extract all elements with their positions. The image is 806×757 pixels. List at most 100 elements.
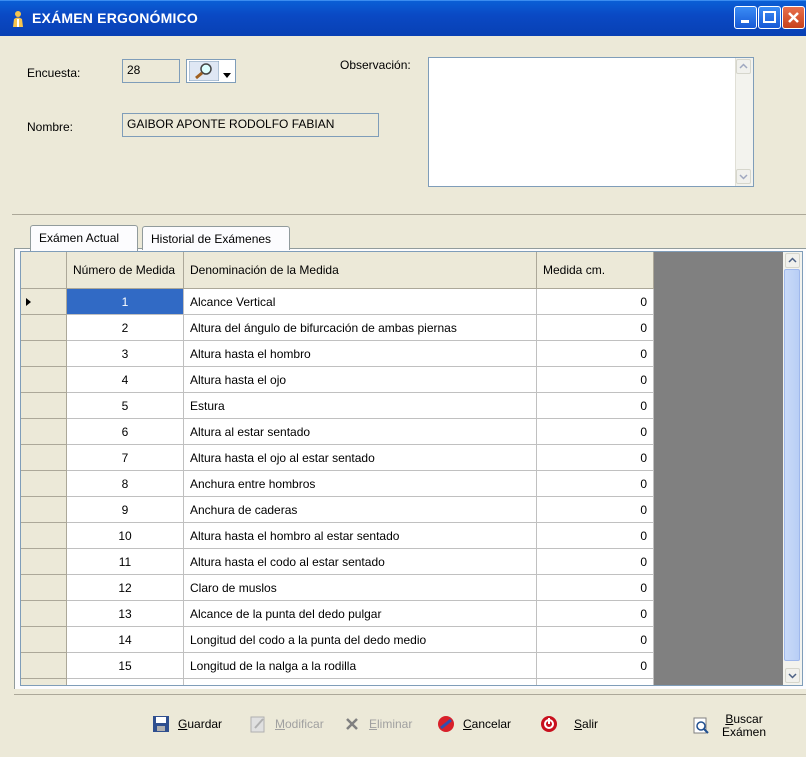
table-row[interactable]: 11 Altura hasta el codo al estar sentado 0 — [21, 549, 654, 575]
observacion-scrollbar[interactable] — [735, 58, 753, 186]
scroll-down-icon[interactable] — [736, 169, 751, 184]
row-selector[interactable] — [21, 601, 67, 627]
cell-numero[interactable]: 3 — [67, 341, 184, 367]
scroll-up-icon[interactable] — [736, 59, 751, 74]
cell-numero[interactable]: 12 — [67, 575, 184, 601]
cell-medida[interactable]: 0 — [537, 549, 654, 575]
cell-medida[interactable]: 0 — [537, 315, 654, 341]
lookup-dropdown-button[interactable] — [186, 59, 236, 83]
cell-denominacion[interactable]: Altura hasta el codo al estar sentado — [184, 549, 537, 575]
eliminar-button[interactable]: Eliminar — [343, 715, 412, 733]
close-button[interactable] — [782, 6, 805, 29]
row-selector[interactable] — [21, 653, 67, 679]
table-row[interactable]: 8 Anchura entre hombros 0 — [21, 471, 654, 497]
nombre-field[interactable]: GAIBOR APONTE RODOLFO FABIAN — [122, 113, 379, 137]
cell-numero[interactable]: 14 — [67, 627, 184, 653]
table-row[interactable]: 10 Altura hasta el hombro al estar sentad… — [21, 523, 654, 549]
cell-numero[interactable]: 10 — [67, 523, 184, 549]
table-row[interactable]: 5 Estura 0 — [21, 393, 654, 419]
cell-medida[interactable]: 0 — [537, 523, 654, 549]
cell-numero[interactable]: 1 — [67, 289, 184, 315]
scroll-up-icon[interactable] — [785, 253, 800, 268]
table-row[interactable]: 1 Alcance Vertical 0 — [21, 289, 654, 315]
cell-denominacion[interactable]: Alcance de la punta del dedo pulgar — [184, 601, 537, 627]
cell-numero[interactable]: 2 — [67, 315, 184, 341]
scroll-thumb[interactable] — [784, 269, 800, 661]
row-selector[interactable] — [21, 289, 67, 315]
cell-numero[interactable]: 15 — [67, 653, 184, 679]
table-row[interactable]: 7 Altura hasta el ojo al estar sentado 0 — [21, 445, 654, 471]
tab-examen-actual[interactable]: Exámen Actual — [30, 225, 138, 252]
row-selector[interactable] — [21, 471, 67, 497]
cell-medida[interactable]: 0 — [537, 471, 654, 497]
table-row[interactable] — [21, 679, 654, 685]
cell-denominacion[interactable]: Longitud de la nalga a la rodilla — [184, 653, 537, 679]
cell-denominacion[interactable]: Alcance Vertical — [184, 289, 537, 315]
measurements-grid[interactable]: Número de Medida Denominación de la Medi… — [20, 251, 803, 686]
grid-vertical-scrollbar[interactable] — [783, 252, 802, 685]
row-selector[interactable] — [21, 367, 67, 393]
cell-denominacion[interactable]: Altura del ángulo de bifurcación de amba… — [184, 315, 537, 341]
encuesta-field[interactable]: 28 — [122, 59, 180, 83]
cell-denominacion[interactable]: Longitud del codo a la punta del dedo me… — [184, 627, 537, 653]
cell-numero[interactable]: 4 — [67, 367, 184, 393]
cell-medida[interactable]: 0 — [537, 627, 654, 653]
cell-medida[interactable]: 0 — [537, 575, 654, 601]
cell-medida[interactable]: 0 — [537, 653, 654, 679]
cell-denominacion[interactable]: Anchura entre hombros — [184, 471, 537, 497]
row-selector[interactable] — [21, 419, 67, 445]
row-selector[interactable] — [21, 497, 67, 523]
table-row[interactable]: 4 Altura hasta el ojo 0 — [21, 367, 654, 393]
row-selector[interactable] — [21, 523, 67, 549]
scroll-down-icon[interactable] — [785, 668, 800, 683]
row-selector[interactable] — [21, 679, 67, 685]
cell-numero[interactable]: 8 — [67, 471, 184, 497]
row-selector[interactable] — [21, 575, 67, 601]
table-row[interactable]: 15 Longitud de la nalga a la rodilla 0 — [21, 653, 654, 679]
header-numero[interactable]: Número de Medida — [67, 252, 184, 289]
cell-numero[interactable]: 13 — [67, 601, 184, 627]
cell-numero[interactable]: 11 — [67, 549, 184, 575]
cell-denominacion[interactable] — [184, 679, 537, 685]
cell-numero[interactable]: 6 — [67, 419, 184, 445]
cell-medida[interactable]: 0 — [537, 393, 654, 419]
cell-denominacion[interactable]: Altura hasta el hombro al estar sentado — [184, 523, 537, 549]
table-row[interactable]: 6 Altura al estar sentado 0 — [21, 419, 654, 445]
cell-medida[interactable]: 0 — [537, 601, 654, 627]
table-row[interactable]: 3 Altura hasta el hombro 0 — [21, 341, 654, 367]
header-denominacion[interactable]: Denominación de la Medida — [184, 252, 537, 289]
cell-denominacion[interactable]: Altura hasta el hombro — [184, 341, 537, 367]
cell-medida[interactable]: 0 — [537, 367, 654, 393]
buscar-examen-button[interactable]: Buscar Exámen — [692, 713, 766, 739]
maximize-button[interactable] — [758, 6, 781, 29]
row-selector[interactable] — [21, 315, 67, 341]
salir-button[interactable]: Salir — [540, 715, 598, 733]
cell-medida[interactable]: 0 — [537, 497, 654, 523]
guardar-button[interactable]: Guardar — [152, 715, 222, 733]
cell-numero[interactable]: 7 — [67, 445, 184, 471]
row-selector[interactable] — [21, 393, 67, 419]
table-row[interactable]: 9 Anchura de caderas 0 — [21, 497, 654, 523]
cell-numero[interactable] — [67, 679, 184, 685]
cell-medida[interactable] — [537, 679, 654, 685]
row-selector[interactable] — [21, 627, 67, 653]
cell-medida[interactable]: 0 — [537, 419, 654, 445]
header-medida[interactable]: Medida cm. — [537, 252, 654, 289]
table-row[interactable]: 2 Altura del ángulo de bifurcación de amb… — [21, 315, 654, 341]
table-row[interactable]: 14 Longitud del codo a la punta del dedo … — [21, 627, 654, 653]
cell-numero[interactable]: 5 — [67, 393, 184, 419]
observacion-textarea[interactable] — [428, 57, 754, 187]
cell-medida[interactable]: 0 — [537, 341, 654, 367]
row-selector[interactable] — [21, 549, 67, 575]
minimize-button[interactable] — [734, 6, 757, 29]
cell-denominacion[interactable]: Estura — [184, 393, 537, 419]
row-selector[interactable] — [21, 445, 67, 471]
table-row[interactable]: 13 Alcance de la punta del dedo pulgar 0 — [21, 601, 654, 627]
modificar-button[interactable]: Modificar — [249, 715, 324, 733]
tab-historial[interactable]: Historial de Exámenes — [142, 226, 290, 250]
cell-denominacion[interactable]: Claro de muslos — [184, 575, 537, 601]
cell-medida[interactable]: 0 — [537, 289, 654, 315]
cell-numero[interactable]: 9 — [67, 497, 184, 523]
table-row[interactable]: 12 Claro de muslos 0 — [21, 575, 654, 601]
cell-denominacion[interactable]: Altura hasta el ojo — [184, 367, 537, 393]
